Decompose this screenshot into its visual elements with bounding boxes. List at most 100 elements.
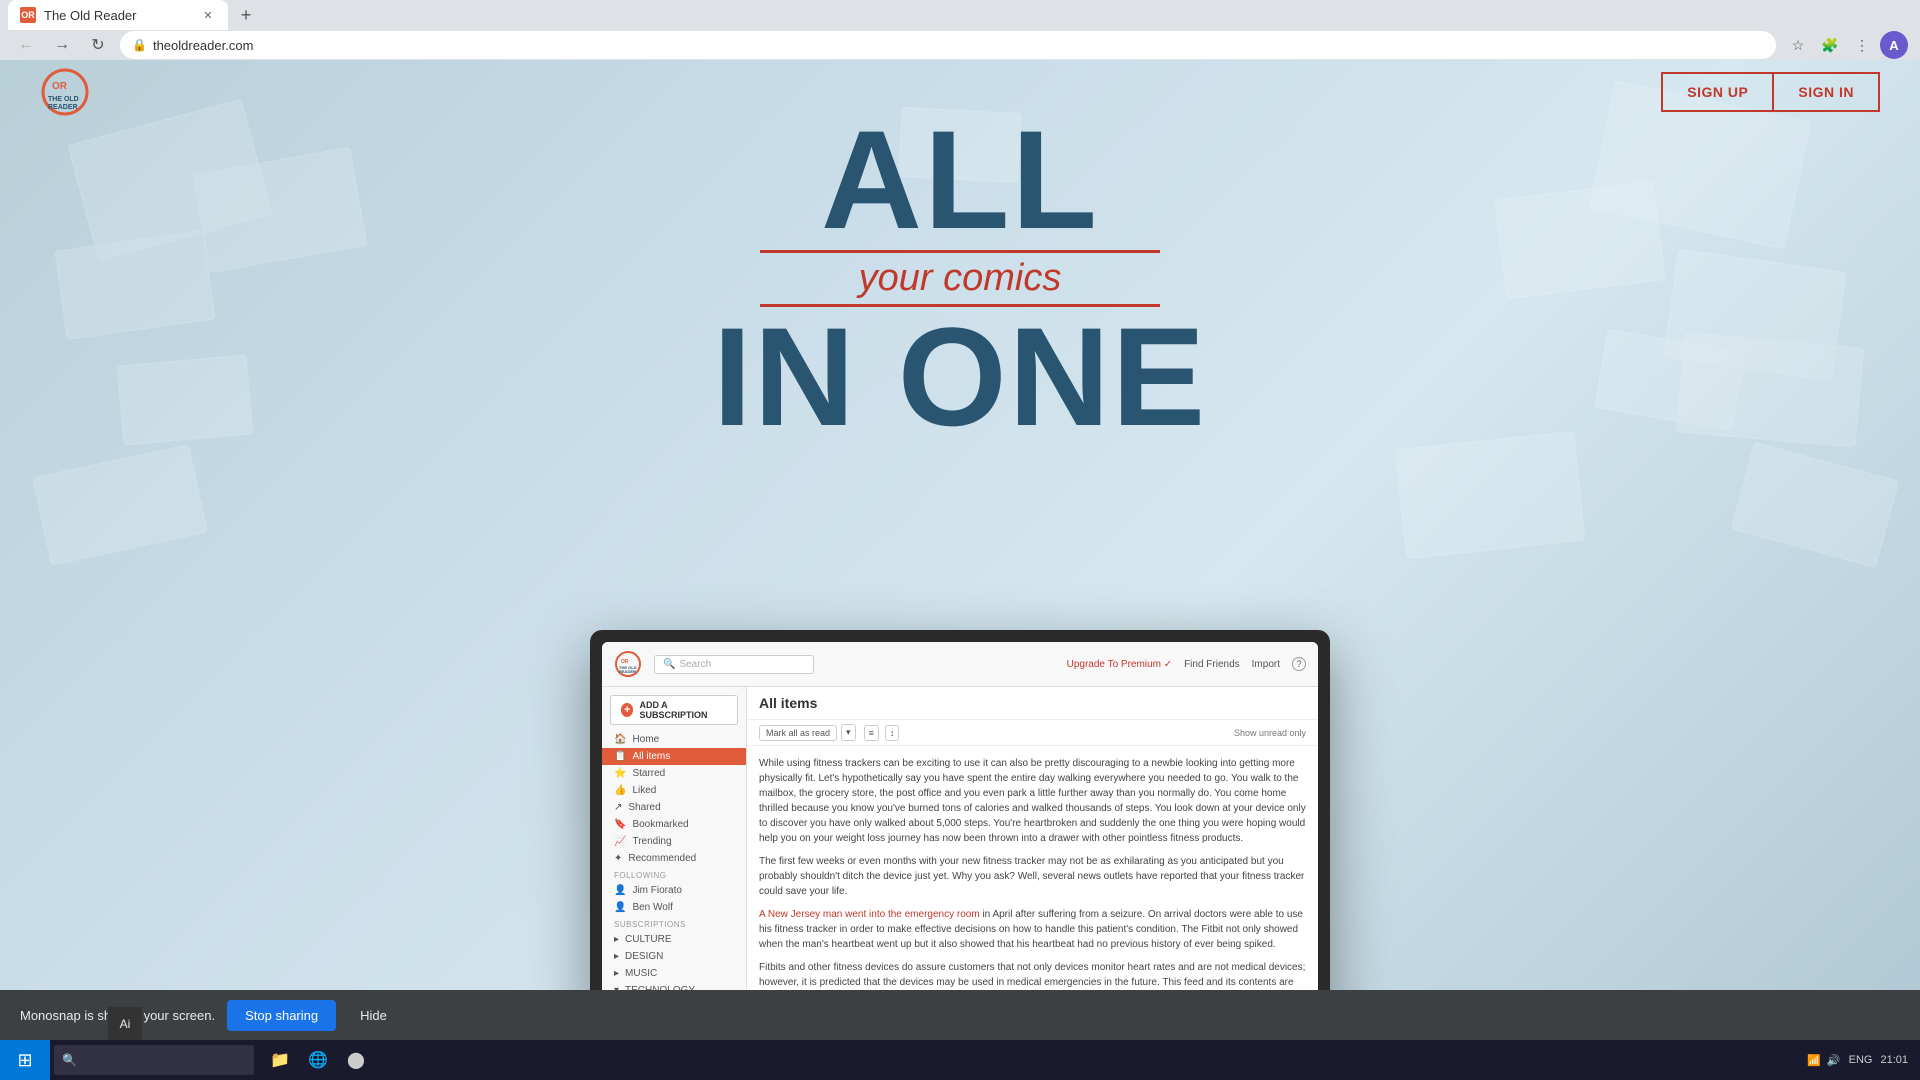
taskbar-search[interactable]: 🔍	[54, 1045, 254, 1075]
screenshot-inner: OR THE OLD READER 🔍 Search Upgrade To Pr…	[602, 642, 1318, 1042]
sidebar-item-music[interactable]: ▸ MUSIC	[602, 965, 746, 982]
import-link[interactable]: Import	[1252, 659, 1280, 670]
bookmarked-icon: 🔖	[614, 819, 626, 830]
address-bar: ← → ↻ 🔒 theoldreader.com ☆ 🧩 ⋮ A	[0, 30, 1920, 60]
sidebar-item-trending[interactable]: 📈 Trending	[602, 833, 746, 850]
help-icon[interactable]: ?	[1292, 657, 1306, 671]
taskbar-file-explorer[interactable]: 📁	[262, 1040, 298, 1080]
page-content: OR THE OLD READER SIGN UP SIGN IN ALL yo…	[0, 60, 1920, 1042]
back-btn[interactable]: ←	[12, 31, 40, 59]
view-toggle-btn[interactable]: ≡	[864, 725, 879, 741]
taskbar-icons: 📁 🌐 ⬤	[262, 1040, 374, 1080]
mark-all-read-btn[interactable]: Mark all as read	[759, 725, 837, 741]
taskbar-right: 📶 🔊 ENG 21:01	[1807, 1054, 1920, 1067]
sidebar-item-ben[interactable]: 👤 Ben Wolf	[602, 899, 746, 916]
screenshot-body: + ADD A SUBSCRIPTION 🏠 Home 📋 All items …	[602, 687, 1318, 1042]
nav-actions: SIGN UP SIGN IN	[1661, 72, 1880, 112]
search-placeholder: Search	[679, 659, 711, 670]
sidebar-item-jim[interactable]: 👤 Jim Fiorato	[602, 882, 746, 899]
sharing-bar: Monosnap is sharing your screen. Stop sh…	[0, 990, 1920, 1040]
hero-subtitle: your comics	[0, 257, 1920, 300]
content-link[interactable]: A New Jersey man went into the emergency…	[759, 909, 980, 920]
sidebar-item-shared[interactable]: ↗ Shared	[602, 799, 746, 816]
profile-btn[interactable]: A	[1880, 31, 1908, 59]
subscriptions-section-label: SUBSCRIPTIONS	[602, 916, 746, 931]
sidebar-item-recommended[interactable]: ✦ Recommended	[602, 850, 746, 867]
stop-sharing-button[interactable]: Stop sharing	[227, 1000, 336, 1031]
svg-text:THE OLD: THE OLD	[48, 96, 79, 103]
signup-button[interactable]: SIGN UP	[1661, 72, 1772, 112]
show-unread-toggle[interactable]: Show unread only	[1234, 728, 1306, 738]
hide-sharing-button[interactable]: Hide	[348, 1000, 399, 1031]
sidebar-item-all[interactable]: 📋 All items	[602, 748, 746, 765]
starred-icon: ⭐	[614, 768, 626, 779]
tab-bar: OR The Old Reader ✕ +	[0, 0, 1920, 30]
content-para-3: A New Jersey man went into the emergency…	[759, 907, 1306, 952]
feed-title: All items	[759, 695, 817, 711]
signin-button[interactable]: SIGN IN	[1772, 72, 1880, 112]
svg-text:READER: READER	[619, 669, 636, 674]
forward-btn[interactable]: →	[48, 31, 76, 59]
system-tray-icons: 📶 🔊	[1807, 1054, 1840, 1067]
find-friends-link[interactable]: Find Friends	[1184, 659, 1240, 670]
site-logo: OR THE OLD READER	[40, 67, 90, 117]
recommended-icon: ✦	[614, 853, 622, 864]
extensions-btn[interactable]: 🧩	[1816, 31, 1844, 59]
screenshot-search[interactable]: 🔍 Search	[654, 655, 814, 674]
svg-text:OR: OR	[52, 81, 68, 92]
upgrade-btn[interactable]: Upgrade To Premium ✓	[1067, 659, 1172, 670]
following-section-label: FOLLOWING	[602, 867, 746, 882]
hero-text: ALL your comics IN ONE	[0, 110, 1920, 447]
lock-icon: 🔒	[132, 38, 147, 52]
sidebar-item-culture[interactable]: ▸ CULTURE	[602, 931, 746, 948]
user-icon-2: 👤	[614, 902, 626, 913]
volume-icon: 🔊	[1827, 1054, 1841, 1067]
bookmark-btn[interactable]: ☆	[1784, 31, 1812, 59]
taskbar-language: ENG	[1849, 1054, 1873, 1066]
all-items-icon: 📋	[614, 751, 626, 762]
taskbar-chrome[interactable]: ⬤	[338, 1040, 374, 1080]
dropdown-btn[interactable]: ▾	[841, 724, 856, 741]
add-subscription-btn[interactable]: + ADD A SUBSCRIPTION	[610, 695, 738, 725]
reload-btn[interactable]: ↻	[84, 31, 112, 59]
taskbar-search-icon: 🔍	[62, 1053, 77, 1067]
url-text: theoldreader.com	[153, 38, 253, 53]
screenshot-main-header: All items	[747, 687, 1318, 720]
tab-close-btn[interactable]: ✕	[200, 7, 216, 23]
menu-btn[interactable]: ⋮	[1848, 31, 1876, 59]
browser-tab[interactable]: OR The Old Reader ✕	[8, 0, 228, 30]
sort-btn[interactable]: ↕	[885, 725, 900, 741]
sidebar-item-bookmarked[interactable]: 🔖 Bookmarked	[602, 816, 746, 833]
svg-text:READER: READER	[48, 104, 78, 111]
start-button[interactable]: ⊞	[0, 1040, 50, 1080]
screenshot-main: All items Mark all as read ▾ ≡ ↕ Show un…	[747, 687, 1318, 1042]
plus-icon: +	[621, 703, 633, 717]
content-para-2: The first few weeks or even months with …	[759, 854, 1306, 899]
sidebar-item-design[interactable]: ▸ DESIGN	[602, 948, 746, 965]
browser-actions: ☆ 🧩 ⋮ A	[1784, 31, 1908, 59]
url-bar[interactable]: 🔒 theoldreader.com	[120, 31, 1776, 59]
screenshot-nav-right: Upgrade To Premium ✓ Find Friends Import…	[1067, 657, 1306, 671]
hero-in-one-text: IN ONE	[0, 307, 1920, 447]
new-tab-btn[interactable]: +	[232, 1, 260, 29]
user-icon: 👤	[614, 885, 626, 896]
liked-icon: 👍	[614, 785, 626, 796]
screenshot-logo: OR THE OLD READER	[614, 650, 642, 678]
home-icon: 🏠	[614, 734, 626, 745]
tab-favicon: OR	[20, 7, 36, 23]
app-screenshot: OR THE OLD READER 🔍 Search Upgrade To Pr…	[590, 630, 1330, 1042]
sidebar-item-starred[interactable]: ⭐ Starred	[602, 765, 746, 782]
content-para-1: While using fitness trackers can be exci…	[759, 756, 1306, 846]
sidebar-item-liked[interactable]: 👍 Liked	[602, 782, 746, 799]
browser-chrome: OR The Old Reader ✕ + ← → ↻ 🔒 theoldread…	[0, 0, 1920, 60]
tab-title: The Old Reader	[44, 8, 137, 23]
site-nav: OR THE OLD READER SIGN UP SIGN IN	[0, 60, 1920, 124]
screenshot-toolbar: Mark all as read ▾ ≡ ↕ Show unread only	[747, 720, 1318, 746]
taskbar: ⊞ 🔍 📁 🌐 ⬤ 📶 🔊 ENG 21:01	[0, 1040, 1920, 1080]
taskbar-edge[interactable]: 🌐	[300, 1040, 336, 1080]
hero-all-text: ALL	[0, 110, 1920, 250]
screenshot-header: OR THE OLD READER 🔍 Search Upgrade To Pr…	[602, 642, 1318, 687]
logo-icon: OR THE OLD READER	[40, 67, 90, 117]
screenshot-sidebar: + ADD A SUBSCRIPTION 🏠 Home 📋 All items …	[602, 687, 747, 1042]
sidebar-item-home[interactable]: 🏠 Home	[602, 731, 746, 748]
